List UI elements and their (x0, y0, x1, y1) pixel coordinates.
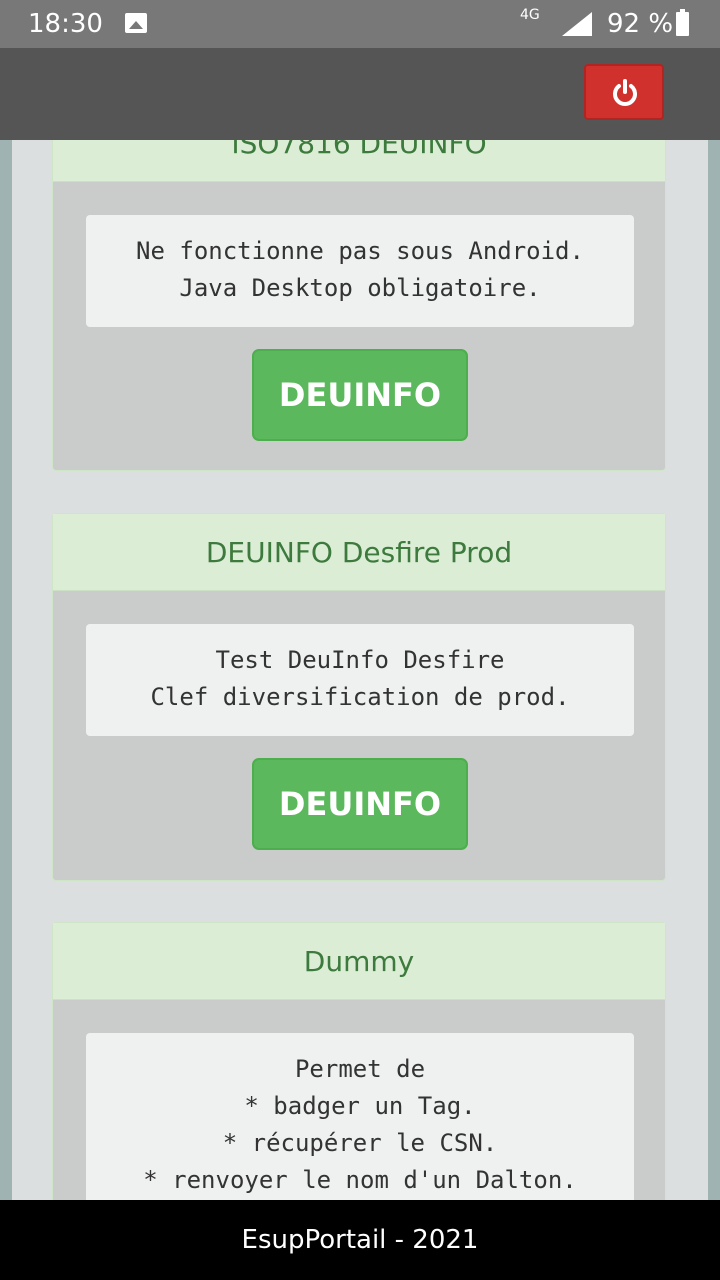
card-deuinfo-desfire-prod: DEUINFO Desfire Prod Test DeuInfo Desfir… (52, 513, 666, 881)
card-title: DEUINFO Desfire Prod (53, 514, 665, 591)
status-bar: 18:30 4G 92 % (0, 0, 720, 48)
card-title: Dummy (53, 923, 665, 1000)
power-icon (613, 79, 637, 106)
clock: 18:30 (28, 9, 103, 39)
card-description: Ne fonctionne pas sous Android. Java Des… (86, 215, 634, 327)
main-content: ISO7816 DEUINFO Ne fonctionne pas sous A… (12, 140, 708, 1200)
logout-button[interactable] (584, 64, 664, 120)
card-description: Permet de * badger un Tag. * récupérer l… (86, 1033, 634, 1200)
app-bar (0, 48, 720, 140)
battery-icon (676, 9, 689, 36)
signal-icon (562, 12, 592, 36)
image-notification-icon (125, 13, 147, 33)
card-iso7816-deuinfo: ISO7816 DEUINFO Ne fonctionne pas sous A… (52, 140, 666, 471)
card-description: Test DeuInfo Desfire Clef diversificatio… (86, 624, 634, 736)
network-type: 4G (520, 7, 540, 23)
card-dummy: Dummy Permet de * badger un Tag. * récup… (52, 922, 666, 1200)
deuinfo-button[interactable]: DEUINFO (252, 758, 468, 850)
battery-level: 92 % (607, 9, 674, 39)
card-title: ISO7816 DEUINFO (53, 140, 665, 182)
footer: EsupPortail - 2021 (0, 1200, 720, 1280)
deuinfo-button[interactable]: DEUINFO (252, 349, 468, 441)
